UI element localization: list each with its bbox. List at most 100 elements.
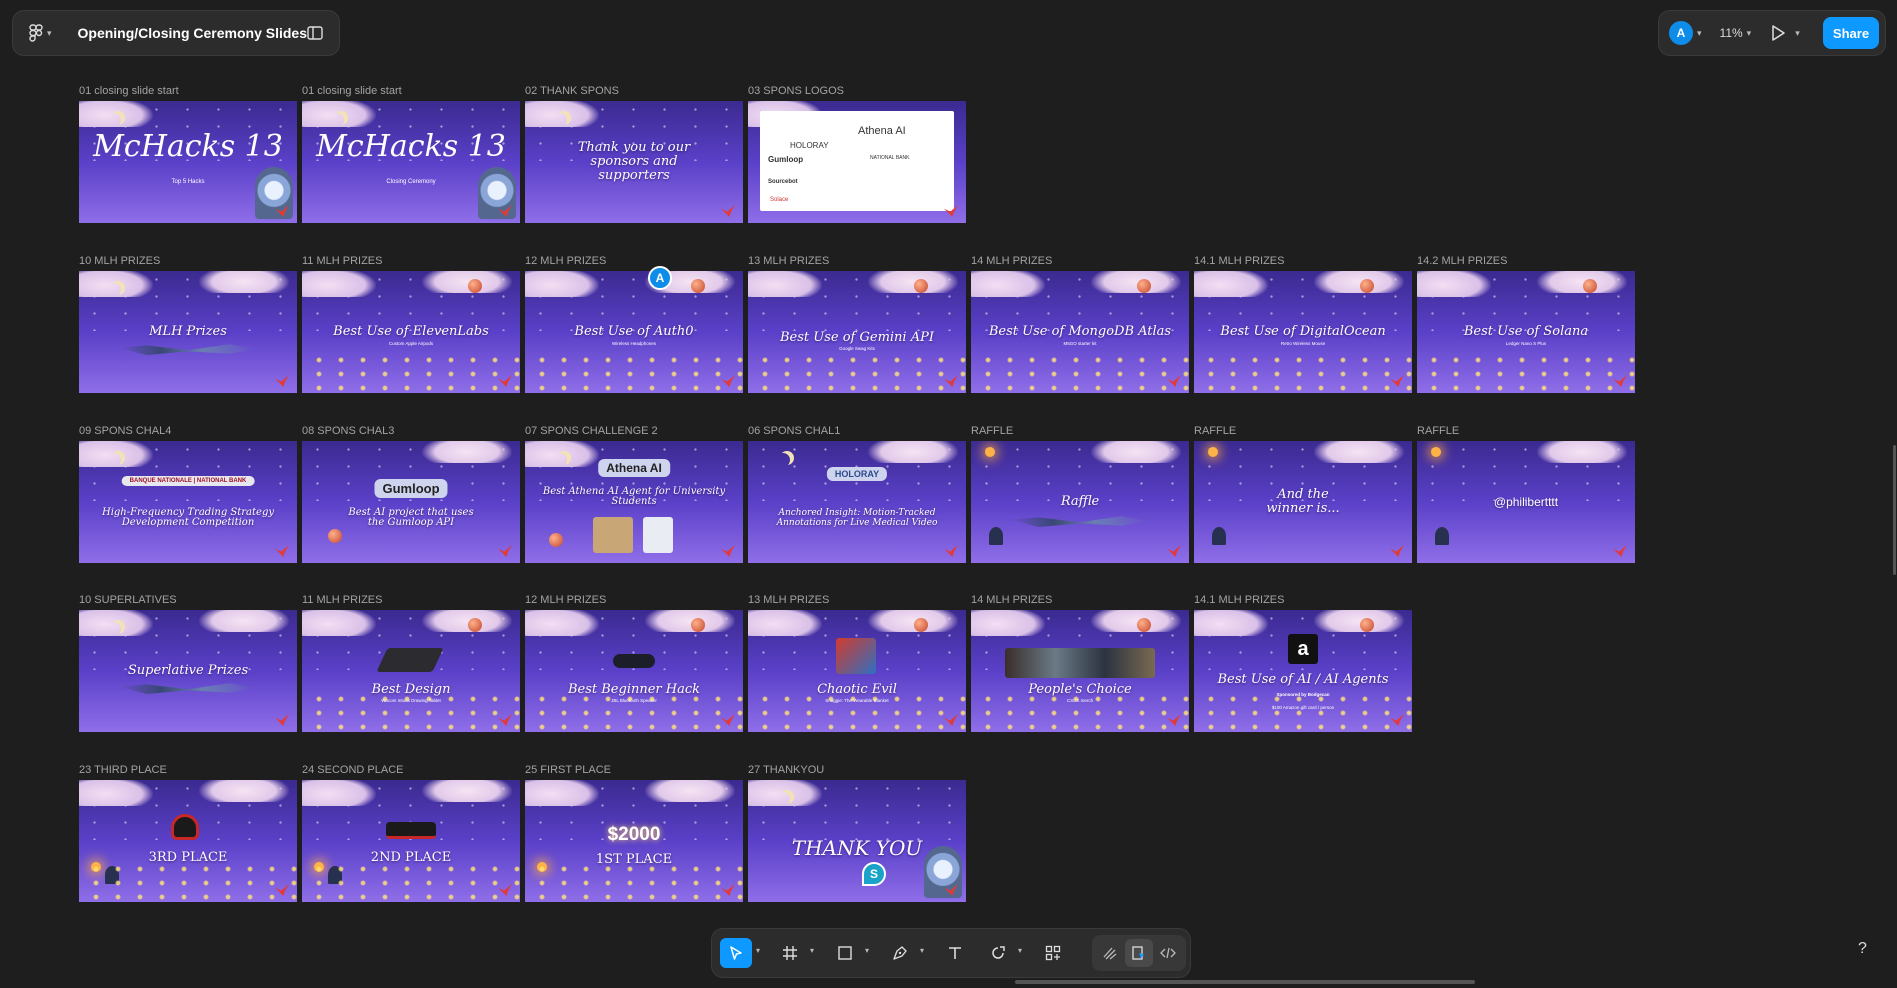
slide-title: McHacks 13	[93, 129, 283, 164]
frame-label[interactable]: 13 MLH PRIZES	[748, 594, 829, 606]
design-mode-button[interactable]	[1125, 939, 1153, 967]
help-button[interactable]: ?	[1858, 940, 1867, 958]
chevron-down-icon[interactable]: ▾	[865, 946, 869, 955]
frame-label[interactable]: 14.2 MLH PRIZES	[1417, 255, 1507, 267]
user-menu[interactable]: A ▾	[1669, 21, 1702, 45]
sponsor-logo: Sourcebot	[768, 179, 798, 185]
frame-label[interactable]: 14.1 MLH PRIZES	[1194, 255, 1284, 267]
slide-frame[interactable]: 2ND PLACE	[302, 780, 520, 902]
play-icon	[1772, 25, 1785, 41]
shape-tool[interactable]	[982, 938, 1014, 968]
frame-label[interactable]: 06 SPONS CHAL1	[748, 425, 840, 437]
slide-frame[interactable]: Athena AI Best Athena AI Agent for Unive…	[525, 441, 743, 563]
frame-label[interactable]: 27 THANKYOU	[748, 764, 824, 776]
frame-label[interactable]: 03 SPONS LOGOS	[748, 85, 844, 97]
slide-subtitle: Wacom Intuos Drawing Tablet	[381, 698, 441, 703]
frame-label[interactable]: 11 MLH PRIZES	[302, 594, 383, 606]
slide-subtitle: Ledger Nano S Plus	[1505, 341, 1547, 346]
move-tool[interactable]	[720, 938, 752, 968]
frame-label[interactable]: 14 MLH PRIZES	[971, 594, 1052, 606]
pen-tool[interactable]	[884, 938, 916, 968]
chevron-down-icon: ▾	[1697, 27, 1702, 38]
frame-label[interactable]: 12 MLH PRIZES	[525, 255, 606, 267]
frame-label[interactable]: RAFFLE	[1194, 425, 1236, 437]
slide-frame[interactable]: McHacks 13 Closing Ceremony	[302, 101, 520, 223]
slide-frame[interactable]: Best Use of Auth0 Wireless Headphones	[525, 271, 743, 393]
frame-label[interactable]: 14 MLH PRIZES	[971, 255, 1052, 267]
frame-label[interactable]: RAFFLE	[1417, 425, 1459, 437]
bird-icon	[1167, 545, 1181, 557]
vertical-scrollbar[interactable]	[1893, 445, 1896, 575]
slide-title: Best Design	[371, 682, 451, 697]
actions-tool[interactable]	[1037, 938, 1069, 968]
slide-subtitle: Custom Apple Airpods	[388, 341, 434, 346]
slide-frame[interactable]: Thank you to our sponsors and supporters	[525, 101, 743, 223]
slide-frame[interactable]: a Best Use of AI / AI Agents Sponsored b…	[1194, 610, 1412, 732]
chevron-down-icon[interactable]: ▾	[756, 946, 760, 955]
slide-title: Anchored Insight: Motion-Tracked Annotat…	[776, 508, 938, 528]
slide-frame[interactable]: Best Use of Gemini API Google Swag Kits	[748, 271, 966, 393]
cloud-decoration	[645, 780, 735, 802]
frame-label[interactable]: 23 THIRD PLACE	[79, 764, 167, 776]
frame-label[interactable]: 11 MLH PRIZES	[302, 255, 383, 267]
chevron-down-icon[interactable]: ▾	[810, 946, 814, 955]
dev-mode-button[interactable]	[1154, 939, 1182, 967]
slide-frame[interactable]: BANQUE NATIONALE | NATIONAL BANK High-Fr…	[79, 441, 297, 563]
frame-label[interactable]: 25 FIRST PLACE	[525, 764, 611, 776]
collaborator-cursor: A	[648, 266, 672, 290]
chevron-down-icon[interactable]: ▾	[920, 946, 924, 955]
frame-label[interactable]: 10 SUPERLATIVES	[79, 594, 177, 606]
frame-label[interactable]: 10 MLH PRIZES	[79, 255, 160, 267]
draw-mode-button[interactable]	[1096, 939, 1124, 967]
slide-frame[interactable]: HOLORAY Anchored Insight: Motion-Tracked…	[748, 441, 966, 563]
rectangle-tool[interactable]	[829, 938, 861, 968]
slide-title-wrap: McHacks 13	[302, 129, 520, 164]
slide-frame[interactable]: Raffle	[971, 441, 1189, 563]
share-button[interactable]: Share	[1823, 17, 1879, 49]
frame-label[interactable]: 14.1 MLH PRIZES	[1194, 594, 1284, 606]
document-title[interactable]: Opening/Closing Ceremony Slides	[78, 25, 307, 41]
frame-label[interactable]: 07 SPONS CHALLENGE 2	[525, 425, 658, 437]
slide-frame[interactable]: 3RD PLACE	[79, 780, 297, 902]
slide-frame[interactable]: HOLORAY Athena AI Gumloop NATIONAL BANK …	[748, 101, 966, 223]
frame-label[interactable]: 02 THANK SPONS	[525, 85, 619, 97]
slide-frame[interactable]: MLH Prizes	[79, 271, 297, 393]
frame-label[interactable]: 09 SPONS CHAL4	[79, 425, 171, 437]
slide-title: McHacks 13	[316, 129, 506, 164]
slide-frame[interactable]: Best Use of DigitalOcean Retro Wireless …	[1194, 271, 1412, 393]
slide-frame[interactable]: And the winner is...	[1194, 441, 1412, 563]
frame-label[interactable]: 12 MLH PRIZES	[525, 594, 606, 606]
chevron-down-icon[interactable]: ▾	[1018, 946, 1022, 955]
slide-frame[interactable]: Superlative Prizes	[79, 610, 297, 732]
frame-label[interactable]: RAFFLE	[971, 425, 1013, 437]
zoom-menu[interactable]: 11% ▾	[1720, 26, 1752, 40]
slide-frame[interactable]: Best Beginner Hack JBL Bluetooth Speaker	[525, 610, 743, 732]
frame-label[interactable]: 24 SECOND PLACE	[302, 764, 403, 776]
slide-frame[interactable]: McHacks 13 Top 5 Hacks	[79, 101, 297, 223]
present-button[interactable]: ▾	[1769, 24, 1800, 42]
sidebar-toggle-button[interactable]	[307, 26, 323, 40]
slide-frame[interactable]: $2000 1ST PLACE	[525, 780, 743, 902]
slide-frame[interactable]: Best Use of MongoDB Atlas M5GO starter k…	[971, 271, 1189, 393]
slide-frame[interactable]: Gumloop Best AI project that uses the Gu…	[302, 441, 520, 563]
frame-label[interactable]: 08 SPONS CHAL3	[302, 425, 394, 437]
slide-frame[interactable]: Chaotic Evil Snuggie: The Wearable Blank…	[748, 610, 966, 732]
frame-label[interactable]: 01 closing slide start	[79, 85, 179, 97]
slide-frame[interactable]: Best Use of ElevenLabs Custom Apple Airp…	[302, 271, 520, 393]
main-menu-button[interactable]: ▾	[29, 19, 58, 47]
slide-frame[interactable]: THANK YOU	[748, 780, 966, 902]
slide-frame[interactable]: @philibertttt	[1417, 441, 1635, 563]
slide-frame[interactable]: Best Design Wacom Intuos Drawing Tablet	[302, 610, 520, 732]
slide-title: Thank you to our sponsors and supporters	[577, 140, 691, 183]
slide-frame[interactable]: Best Use of Solana Ledger Nano S Plus	[1417, 271, 1635, 393]
sponsor-logo: HOLORAY	[826, 467, 888, 481]
frame-label[interactable]: 13 MLH PRIZES	[748, 255, 829, 267]
horizontal-scrollbar[interactable]	[1015, 980, 1475, 984]
slide-frame[interactable]: People's Choice CSUS merch	[971, 610, 1189, 732]
cloud-decoration	[199, 610, 289, 632]
tree-icon	[1212, 527, 1226, 545]
frame-tool[interactable]	[774, 938, 806, 968]
frame-label[interactable]: 01 closing slide start	[302, 85, 402, 97]
text-icon	[949, 947, 961, 959]
text-tool[interactable]	[939, 938, 971, 968]
